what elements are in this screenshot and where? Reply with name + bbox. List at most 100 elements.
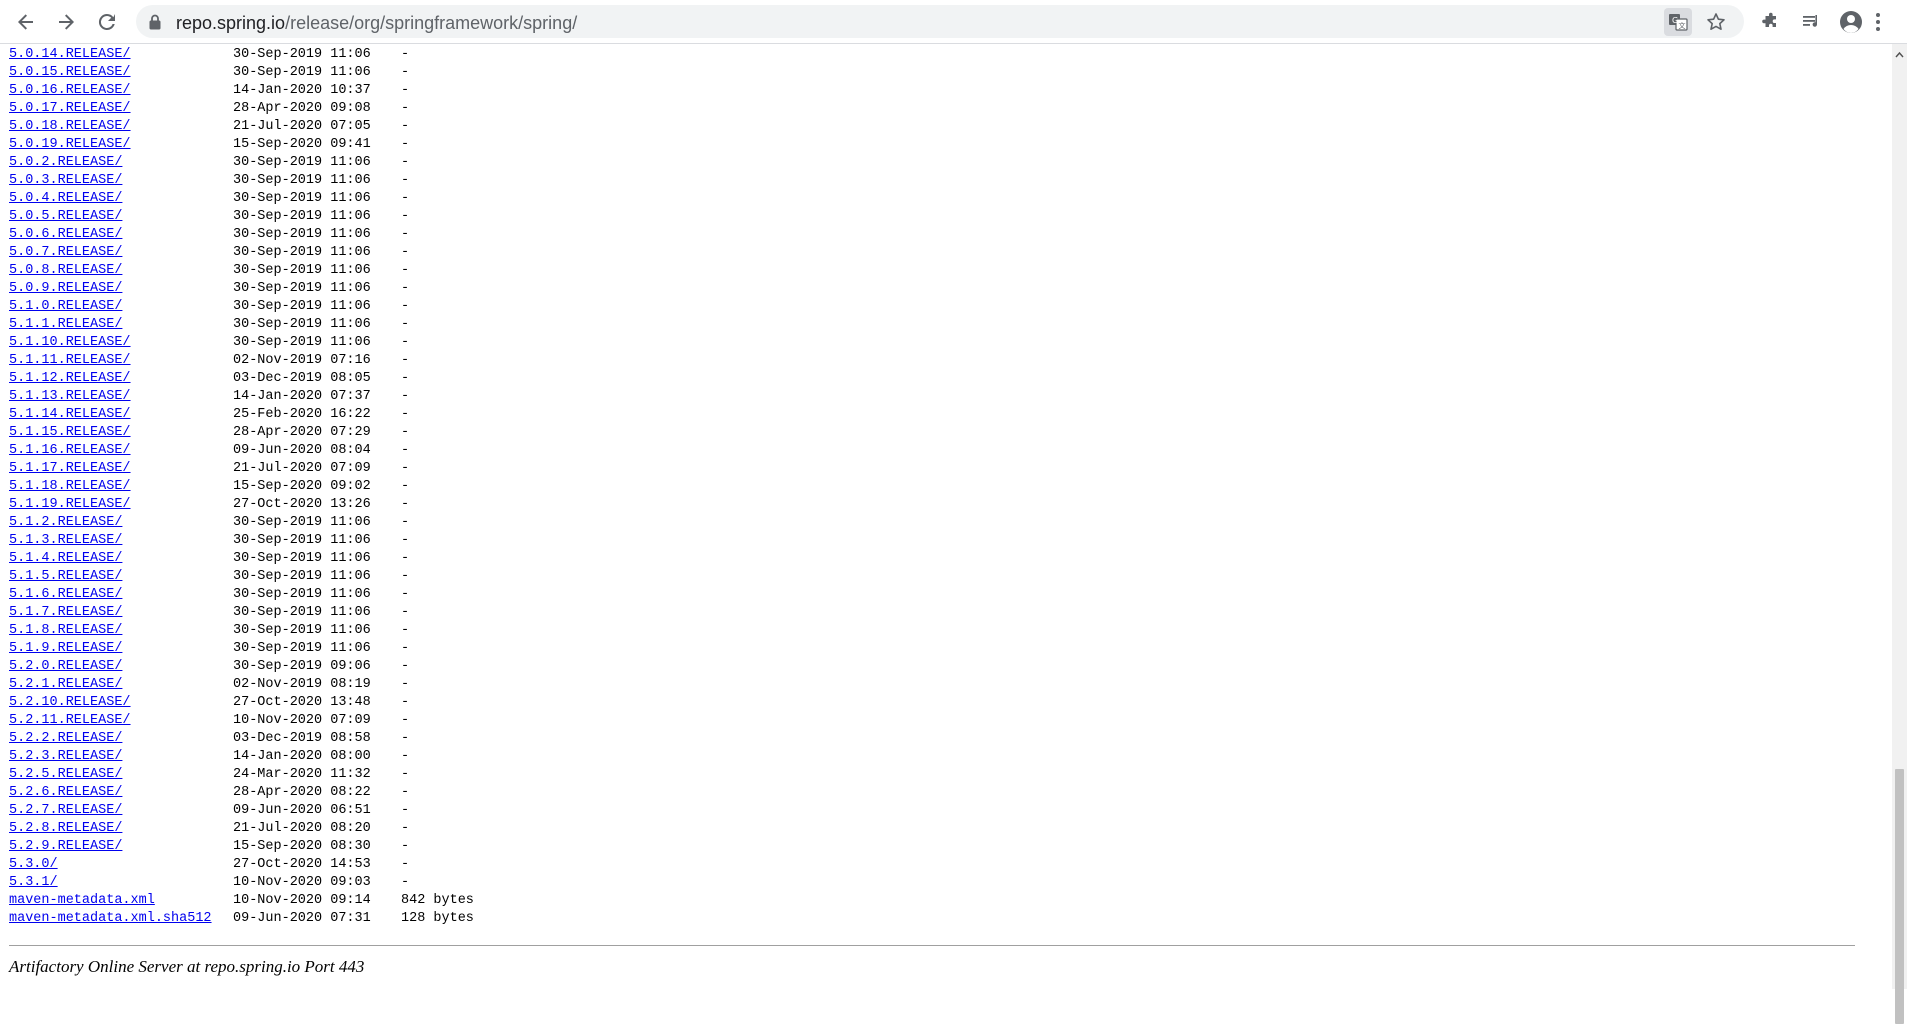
listing-link[interactable]: 5.0.8.RELEASE/ [9, 262, 122, 280]
listing-date: 30-Sep-2019 11:06 [233, 533, 371, 548]
listing-link[interactable]: 5.1.7.RELEASE/ [9, 604, 122, 622]
forward-button[interactable] [52, 8, 80, 36]
extensions-puzzle-icon [1762, 12, 1776, 27]
scrollbar-thumb[interactable] [1895, 769, 1904, 1024]
listing-link[interactable]: 5.1.11.RELEASE/ [9, 352, 131, 370]
listing-link[interactable]: 5.1.12.RELEASE/ [9, 370, 131, 388]
listing-link[interactable]: 5.2.11.RELEASE/ [9, 712, 131, 730]
listing-link[interactable]: 5.1.0.RELEASE/ [9, 298, 122, 316]
listing-size: - [401, 785, 410, 800]
listing-link[interactable]: 5.0.2.RELEASE/ [9, 154, 122, 172]
listing-size: - [401, 119, 410, 134]
listing-link[interactable]: 5.0.7.RELEASE/ [9, 244, 122, 262]
listing-date: 03-Dec-2019 08:58 [233, 731, 371, 746]
listing-date: 14-Jan-2020 10:37 [233, 83, 371, 98]
listing-link[interactable]: 5.0.14.RELEASE/ [9, 46, 131, 64]
listing-link[interactable]: 5.2.7.RELEASE/ [9, 802, 122, 820]
listing-date: 30-Sep-2019 11:06 [233, 209, 371, 224]
listing-size: - [401, 353, 410, 368]
listing-link[interactable]: maven-metadata.xml [9, 892, 155, 910]
listing-size: - [401, 137, 410, 152]
listing-link[interactable]: 5.1.8.RELEASE/ [9, 622, 122, 640]
listing-date: 30-Sep-2019 11:06 [233, 155, 371, 170]
listing-link[interactable]: 5.1.5.RELEASE/ [9, 568, 122, 586]
listing-link[interactable]: 5.0.17.RELEASE/ [9, 100, 131, 118]
forward-arrow-icon [59, 14, 74, 30]
extensions-button[interactable] [1757, 8, 1785, 36]
listing-size: - [401, 263, 410, 278]
bookmark-star-button[interactable] [1702, 8, 1730, 36]
listing-date: 30-Sep-2019 11:06 [233, 587, 371, 602]
listing-link[interactable]: 5.1.2.RELEASE/ [9, 514, 122, 532]
listing-link[interactable]: 5.2.0.RELEASE/ [9, 658, 122, 676]
listing-size: - [401, 533, 410, 548]
listing-date: 30-Sep-2019 09:06 [233, 659, 371, 674]
listing-link[interactable]: 5.0.6.RELEASE/ [9, 226, 122, 244]
profile-avatar-icon [1840, 11, 1862, 33]
listing-link[interactable]: 5.1.18.RELEASE/ [9, 478, 131, 496]
listing-link[interactable]: 5.2.10.RELEASE/ [9, 694, 131, 712]
listing-link[interactable]: maven-metadata.xml.sha512 [9, 910, 212, 928]
listing-link[interactable]: 5.1.19.RELEASE/ [9, 496, 131, 514]
listing-link[interactable]: 5.2.5.RELEASE/ [9, 766, 122, 784]
listing-date: 03-Dec-2019 08:05 [233, 371, 371, 386]
kebab-menu-icon [1876, 13, 1880, 31]
listing-date: 30-Sep-2019 11:06 [233, 623, 371, 638]
listing-size: - [401, 605, 410, 620]
back-button[interactable] [12, 8, 40, 36]
listing-date: 30-Sep-2019 11:06 [233, 551, 371, 566]
listing-link[interactable]: 5.0.3.RELEASE/ [9, 172, 122, 190]
listing-size: 128 bytes [401, 911, 474, 926]
translate-icon: G 文 [1669, 14, 1688, 31]
browser-menu-button[interactable] [1868, 8, 1888, 36]
listing-link[interactable]: 5.0.18.RELEASE/ [9, 118, 131, 136]
translate-button[interactable]: G 文 [1664, 8, 1692, 36]
listing-link[interactable]: 5.1.4.RELEASE/ [9, 550, 122, 568]
lock-icon[interactable] [148, 14, 162, 30]
listing-link[interactable]: 5.2.9.RELEASE/ [9, 838, 122, 856]
listing-link[interactable]: 5.2.3.RELEASE/ [9, 748, 122, 766]
listing-link[interactable]: 5.2.2.RELEASE/ [9, 730, 122, 748]
listing-date: 15-Sep-2020 08:30 [233, 839, 371, 854]
reading-list-button[interactable] [1797, 8, 1825, 36]
listing-size: - [401, 713, 410, 728]
listing-size: - [401, 731, 410, 746]
vertical-scrollbar[interactable] [1892, 44, 1907, 1024]
listing-date: 25-Feb-2020 16:22 [233, 407, 371, 422]
listing-link[interactable]: 5.3.1/ [9, 874, 58, 892]
reload-button[interactable] [93, 8, 121, 36]
browser-toolbar: repo.spring.io/release/org/springframewo… [0, 0, 1907, 44]
listing-link[interactable]: 5.0.9.RELEASE/ [9, 280, 122, 298]
listing-link[interactable]: 5.0.15.RELEASE/ [9, 64, 131, 82]
profile-button[interactable] [1837, 8, 1865, 36]
listing-link[interactable]: 5.2.8.RELEASE/ [9, 820, 122, 838]
listing-link[interactable]: 5.3.0/ [9, 856, 58, 874]
listing-link[interactable]: 5.0.16.RELEASE/ [9, 82, 131, 100]
listing-link[interactable]: 5.0.5.RELEASE/ [9, 208, 122, 226]
listing-link[interactable]: 5.1.17.RELEASE/ [9, 460, 131, 478]
listing-link[interactable]: 5.0.19.RELEASE/ [9, 136, 131, 154]
listing-link[interactable]: 5.1.1.RELEASE/ [9, 316, 122, 334]
listing-link[interactable]: 5.1.10.RELEASE/ [9, 334, 131, 352]
listing-size: - [401, 371, 410, 386]
listing-link[interactable]: 5.0.4.RELEASE/ [9, 190, 122, 208]
listing-link[interactable]: 5.1.13.RELEASE/ [9, 388, 131, 406]
listing-link[interactable]: 5.1.9.RELEASE/ [9, 640, 122, 658]
url-text[interactable]: repo.spring.io/release/org/springframewo… [176, 13, 577, 34]
listing-link[interactable]: 5.1.14.RELEASE/ [9, 406, 131, 424]
listing-link[interactable]: 5.2.1.RELEASE/ [9, 676, 122, 694]
listing-date: 10-Nov-2020 09:03 [233, 875, 371, 890]
listing-size: - [401, 299, 410, 314]
listing-date: 30-Sep-2019 11:06 [233, 317, 371, 332]
listing-link[interactable]: 5.2.6.RELEASE/ [9, 784, 122, 802]
listing-link[interactable]: 5.1.16.RELEASE/ [9, 442, 131, 460]
listing-link[interactable]: 5.1.6.RELEASE/ [9, 586, 122, 604]
listing-date: 30-Sep-2019 11:06 [233, 335, 371, 350]
listing-size: - [401, 821, 410, 836]
listing-size: - [401, 425, 410, 440]
scroll-up-arrow-icon[interactable] [1895, 50, 1904, 59]
listing-link[interactable]: 5.1.3.RELEASE/ [9, 532, 122, 550]
address-bar[interactable]: repo.spring.io/release/org/springframewo… [136, 5, 1744, 38]
listing-link[interactable]: 5.1.15.RELEASE/ [9, 424, 131, 442]
listing-size: - [401, 335, 410, 350]
